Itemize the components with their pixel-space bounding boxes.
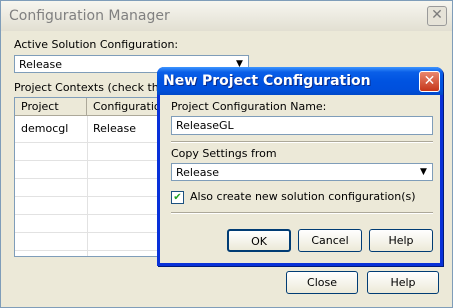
config-name-label: Project Configuration Name: (171, 100, 327, 113)
help-button[interactable]: Help (369, 229, 433, 252)
row-divider (15, 142, 160, 143)
row-divider (15, 160, 160, 161)
row-divider (15, 196, 160, 197)
help-button[interactable]: Help (367, 271, 439, 294)
copy-settings-label: Copy Settings from (171, 147, 277, 160)
row-divider (15, 178, 160, 179)
close-icon[interactable]: ✕ (419, 71, 440, 92)
ok-button[interactable]: OK (227, 229, 291, 252)
config-name-value: ReleaseGL (176, 119, 234, 132)
close-button[interactable]: Close (286, 271, 358, 294)
new-project-configuration-dialog: New Project Configuration ✕ Project Conf… (157, 67, 443, 266)
row-divider (15, 232, 160, 233)
column-divider (87, 116, 88, 256)
row-divider (15, 214, 160, 215)
dialog-title-bar: New Project Configuration ✕ (157, 67, 443, 95)
divider (171, 141, 433, 143)
copy-settings-value: Release (176, 166, 219, 179)
table-row-configuration[interactable]: Release (87, 120, 167, 138)
close-icon[interactable]: ✕ (427, 6, 447, 26)
row-divider (15, 250, 160, 251)
dialog-body: Project Configuration Name: ReleaseGL Co… (160, 95, 440, 263)
divider (171, 212, 433, 214)
column-header-configuration[interactable]: Configuration (87, 98, 168, 116)
title-bar: Configuration Manager ✕ (1, 1, 452, 31)
config-name-input[interactable]: ReleaseGL (171, 116, 433, 135)
window-title: Configuration Manager (9, 8, 170, 24)
chevron-down-icon[interactable]: ▼ (416, 165, 431, 179)
active-solution-value: Release (19, 58, 62, 71)
table-row-project[interactable]: democgl (15, 120, 87, 138)
dialog-title: New Project Configuration (163, 73, 371, 89)
copy-settings-combo[interactable]: Release ▼ (171, 163, 433, 181)
also-create-label[interactable]: Also create new solution configuration(s… (190, 190, 416, 203)
cancel-button[interactable]: Cancel (298, 229, 362, 252)
project-contexts-label: Project Contexts (check the p (14, 81, 176, 94)
active-solution-label: Active Solution Configuration: (14, 38, 179, 51)
also-create-checkbox[interactable]: ✔ (171, 191, 184, 204)
column-header-project[interactable]: Project (15, 98, 87, 116)
